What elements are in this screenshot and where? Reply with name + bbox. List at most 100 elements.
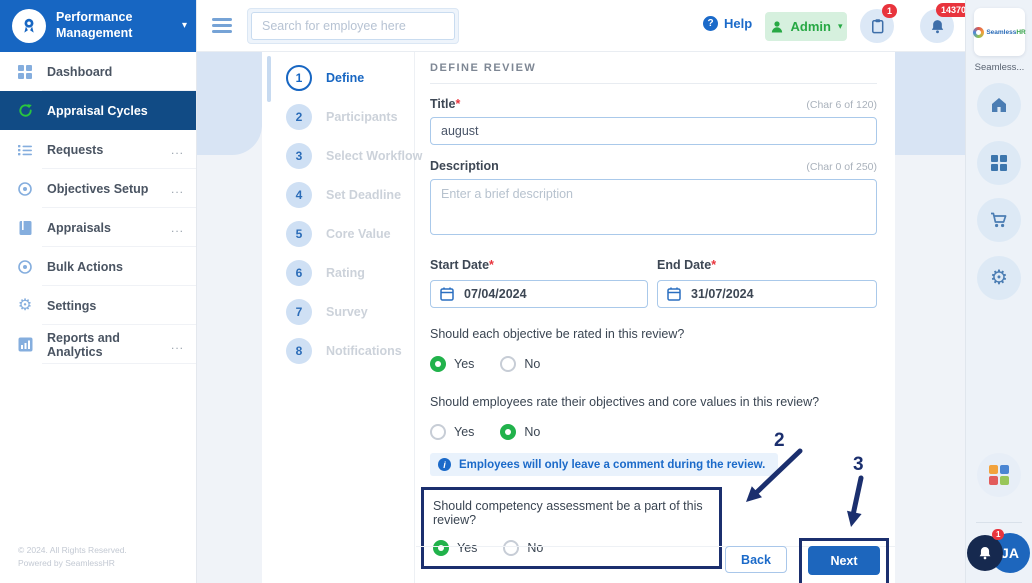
step-label: Participants xyxy=(326,110,398,124)
radio-group-employees-rate: Yes No xyxy=(430,424,877,440)
stepper-step-survey[interactable]: 7 Survey xyxy=(262,292,414,331)
hamburger-menu-icon[interactable] xyxy=(212,18,232,33)
target-icon xyxy=(16,258,34,276)
stepper-step-define[interactable]: 1 Define xyxy=(262,58,414,97)
radio-icon[interactable] xyxy=(500,424,516,440)
sidebar-item-dashboard[interactable]: Dashboard xyxy=(0,52,196,91)
radio-option-yes[interactable]: Yes xyxy=(430,424,474,440)
stepper-step-rating[interactable]: 6 Rating xyxy=(262,253,414,292)
sidebar-item-appraisal-cycles[interactable]: Appraisal Cycles xyxy=(0,91,196,130)
sidebar-item-label: Bulk Actions xyxy=(47,260,123,274)
step-number: 1 xyxy=(286,65,312,91)
seamlesshr-logo-card[interactable]: SeamlessHR xyxy=(974,8,1025,56)
step-number: 5 xyxy=(286,221,312,247)
step-number: 8 xyxy=(286,338,312,364)
calendar-icon xyxy=(439,286,455,302)
title-char-counter: (Char 6 of 120) xyxy=(806,99,877,111)
start-date-field[interactable]: 07/04/2024 xyxy=(430,280,648,308)
sidebar-item-requests[interactable]: Requests ... xyxy=(0,130,196,169)
radio-icon[interactable] xyxy=(433,540,449,556)
required-asterisk: * xyxy=(455,97,460,111)
stepper-step-select-workflow[interactable]: 3 Select Workflow xyxy=(262,136,414,175)
sidebar-item-label: Dashboard xyxy=(47,65,112,79)
radio-icon[interactable] xyxy=(430,356,446,372)
background-panel-right xyxy=(895,52,965,155)
calendar-icon xyxy=(666,286,682,302)
gear-icon: ⚙ xyxy=(990,268,1008,288)
start-date-label: Start Date* xyxy=(430,258,494,272)
step-label: Survey xyxy=(326,305,368,319)
radio-option-yes[interactable]: Yes xyxy=(430,356,474,372)
step-number: 4 xyxy=(286,182,312,208)
home-button[interactable] xyxy=(977,83,1021,127)
end-date-value: 31/07/2024 xyxy=(691,287,754,301)
right-app-rail: SeamlessHR Seamless... ⚙ JA 1 xyxy=(965,0,1032,583)
sidebar-item-bulk-actions[interactable]: Bulk Actions xyxy=(0,247,196,286)
left-sidebar: Performance Management ▾ Dashboard Appra… xyxy=(0,0,197,583)
dashboard-grid-icon xyxy=(16,63,34,81)
question-employees-rate: Should employees rate their objectives a… xyxy=(430,395,877,409)
help-button[interactable]: ? Help xyxy=(703,16,752,31)
back-button[interactable]: Back xyxy=(725,546,787,573)
more-ellipsis[interactable]: ... xyxy=(171,143,184,157)
next-button[interactable]: Next xyxy=(808,546,880,575)
required-asterisk: * xyxy=(489,258,494,272)
end-date-group: End Date* 31/07/2024 xyxy=(657,256,877,308)
more-ellipsis[interactable]: ... xyxy=(171,221,184,235)
stepper-step-participants[interactable]: 2 Participants xyxy=(262,97,414,136)
step-label: Rating xyxy=(326,266,365,280)
radio-option-yes[interactable]: Yes xyxy=(433,540,477,556)
book-icon xyxy=(16,219,34,237)
radio-option-no[interactable]: No xyxy=(503,540,543,556)
app-switcher-button[interactable] xyxy=(977,453,1021,497)
clipboard-badge: 1 xyxy=(882,4,897,18)
bell-icon xyxy=(977,545,993,561)
medal-icon xyxy=(12,9,46,43)
more-ellipsis[interactable]: ... xyxy=(171,338,184,352)
section-title: DEFINE REVIEW xyxy=(430,62,877,74)
admin-dropdown-button[interactable]: Admin ▾ xyxy=(765,12,847,41)
cart-icon xyxy=(989,210,1009,230)
sidebar-item-settings[interactable]: ⚙ Settings xyxy=(0,286,196,325)
cart-button[interactable] xyxy=(977,198,1021,242)
sidebar-item-objectives-setup[interactable]: Objectives Setup ... xyxy=(0,169,196,208)
radio-icon[interactable] xyxy=(503,540,519,556)
end-date-field[interactable]: 31/07/2024 xyxy=(657,280,877,308)
start-date-group: Start Date* 07/04/2024 xyxy=(430,256,648,308)
chevron-down-icon[interactable]: ▾ xyxy=(182,20,187,31)
sidebar-item-label: Requests xyxy=(47,143,103,157)
description-field[interactable] xyxy=(430,179,877,235)
radio-option-no[interactable]: No xyxy=(500,356,540,372)
step-label: Core Value xyxy=(326,227,391,241)
stepper-step-set-deadline[interactable]: 4 Set Deadline xyxy=(262,175,414,214)
more-ellipsis[interactable]: ... xyxy=(171,182,184,196)
step-number: 7 xyxy=(286,299,312,325)
step-label: Define xyxy=(326,71,364,85)
radio-icon[interactable] xyxy=(500,356,516,372)
step-label: Notifications xyxy=(326,344,402,358)
define-review-form: DEFINE REVIEW Title* (Char 6 of 120) Des… xyxy=(430,52,877,583)
sidebar-item-appraisals[interactable]: Appraisals ... xyxy=(0,208,196,247)
seamlesshr-logo-icon xyxy=(973,27,984,38)
question-objective-rated: Should each objective be rated in this r… xyxy=(430,327,877,341)
gear-icon: ⚙ xyxy=(16,297,34,315)
radio-icon[interactable] xyxy=(430,424,446,440)
person-icon xyxy=(770,20,784,34)
radio-option-no[interactable]: No xyxy=(500,424,540,440)
sidebar-item-reports-analytics[interactable]: Reports and Analytics ... xyxy=(0,325,196,364)
rail-notifications-button[interactable] xyxy=(967,535,1003,571)
start-date-value: 07/04/2024 xyxy=(464,287,527,301)
next-button-highlight-box: Next xyxy=(799,538,889,583)
colorful-grid-icon xyxy=(989,465,1010,486)
stepper-step-core-value[interactable]: 5 Core Value xyxy=(262,214,414,253)
app-name-label: Seamless... xyxy=(966,62,1032,73)
settings-button[interactable]: ⚙ xyxy=(977,256,1021,300)
stepper-step-notifications[interactable]: 8 Notifications xyxy=(262,331,414,370)
product-logo-block[interactable]: Performance Management ▾ xyxy=(0,0,196,52)
notifications-button[interactable]: 14370 xyxy=(920,9,954,43)
title-field[interactable] xyxy=(430,117,877,145)
search-input[interactable] xyxy=(251,12,455,40)
target-icon xyxy=(16,180,34,198)
clipboard-button[interactable]: 1 xyxy=(860,9,894,43)
apps-grid-button[interactable] xyxy=(977,141,1021,185)
